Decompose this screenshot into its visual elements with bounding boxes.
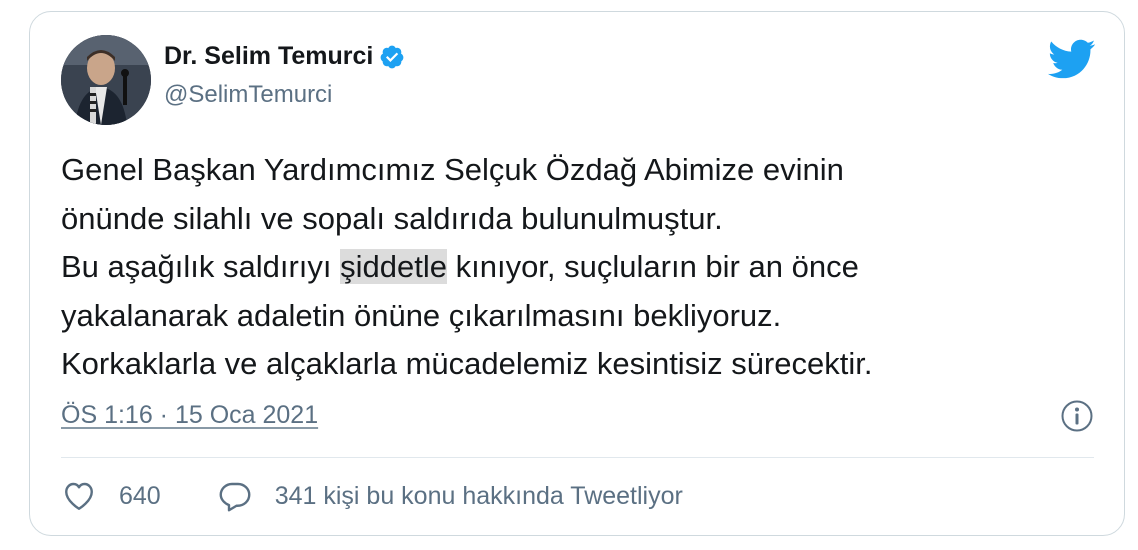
- tweet-card: Dr. Selim Temurci @SelimTemurci Genel Ba…: [29, 11, 1125, 536]
- heart-icon: [65, 482, 93, 510]
- like-count: 640: [119, 481, 161, 510]
- tweet-timestamp[interactable]: ÖS 1:16 · 15 Oca 2021: [61, 401, 318, 430]
- author-name-row[interactable]: Dr. Selim Temurci: [164, 42, 405, 71]
- conversation-button[interactable]: 341 kişi bu konu hakkında Tweetliyor: [217, 478, 683, 514]
- verified-badge-icon: [380, 45, 404, 68]
- divider: [61, 457, 1094, 458]
- tweet-actions: 640 341 kişi bu konu hakkında Tweetliyor: [61, 478, 683, 514]
- author-name[interactable]: Dr. Selim Temurci: [164, 42, 373, 71]
- twitter-bird-icon[interactable]: [1046, 38, 1096, 80]
- highlighted-word: şiddetle: [340, 249, 447, 284]
- info-icon[interactable]: [1060, 399, 1094, 433]
- reply-bubble-icon: [219, 482, 251, 512]
- conversation-count-text: 341 kişi bu konu hakkında Tweetliyor: [274, 481, 683, 510]
- avatar[interactable]: [61, 35, 151, 125]
- like-button[interactable]: 640: [61, 478, 161, 514]
- tweet-text: Genel Başkan Yardımcımız Selçuk Özdağ Ab…: [61, 146, 1101, 389]
- author-handle[interactable]: @SelimTemurci: [164, 81, 332, 109]
